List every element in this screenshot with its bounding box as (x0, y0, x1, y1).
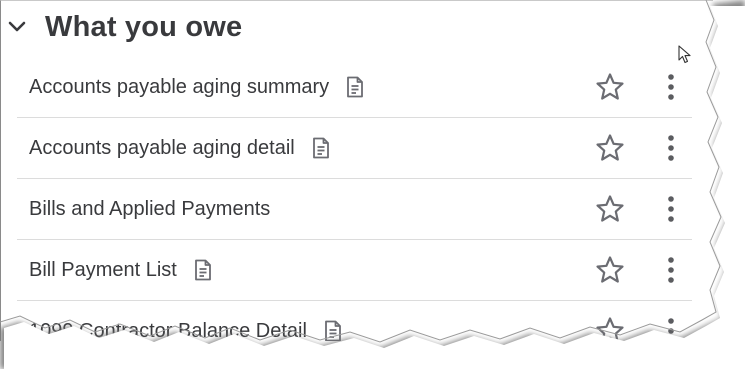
report-row-bill-payment-list[interactable]: Bill Payment List (17, 240, 692, 301)
more-vertical-icon[interactable] (660, 317, 682, 341)
report-link[interactable]: Accounts payable aging summary (29, 76, 329, 99)
more-vertical-icon[interactable] (660, 134, 682, 162)
report-row-1099-contractor-balance-detail[interactable]: 1099 Contractor Balance Detail (17, 301, 692, 341)
document-icon[interactable] (345, 76, 365, 98)
document-icon[interactable] (323, 320, 343, 341)
section-title: What you owe (45, 10, 243, 43)
star-icon[interactable] (595, 72, 625, 102)
star-icon[interactable] (595, 133, 625, 163)
what-you-owe-panel: What you owe Accounts payable aging summ… (0, 0, 713, 341)
document-icon[interactable] (193, 259, 213, 281)
star-icon[interactable] (595, 194, 625, 224)
report-link[interactable]: Bills and Applied Payments (29, 198, 270, 221)
section-header[interactable]: What you owe (7, 7, 242, 47)
chevron-down-icon[interactable] (7, 17, 27, 37)
star-icon[interactable] (595, 316, 625, 341)
more-vertical-icon[interactable] (660, 256, 682, 284)
report-link[interactable]: 1099 Contractor Balance Detail (29, 320, 307, 342)
more-vertical-icon[interactable] (660, 195, 682, 223)
report-link[interactable]: Accounts payable aging detail (29, 137, 295, 160)
report-row-bills-applied-payments[interactable]: Bills and Applied Payments (17, 179, 692, 240)
mouse-cursor-icon (678, 45, 691, 64)
document-icon[interactable] (311, 137, 331, 159)
more-vertical-icon[interactable] (660, 73, 682, 101)
report-row-ap-aging-summary[interactable]: Accounts payable aging summary (17, 57, 692, 118)
report-link[interactable]: Bill Payment List (29, 259, 177, 282)
star-icon[interactable] (595, 255, 625, 285)
report-row-ap-aging-detail[interactable]: Accounts payable aging detail (17, 118, 692, 179)
